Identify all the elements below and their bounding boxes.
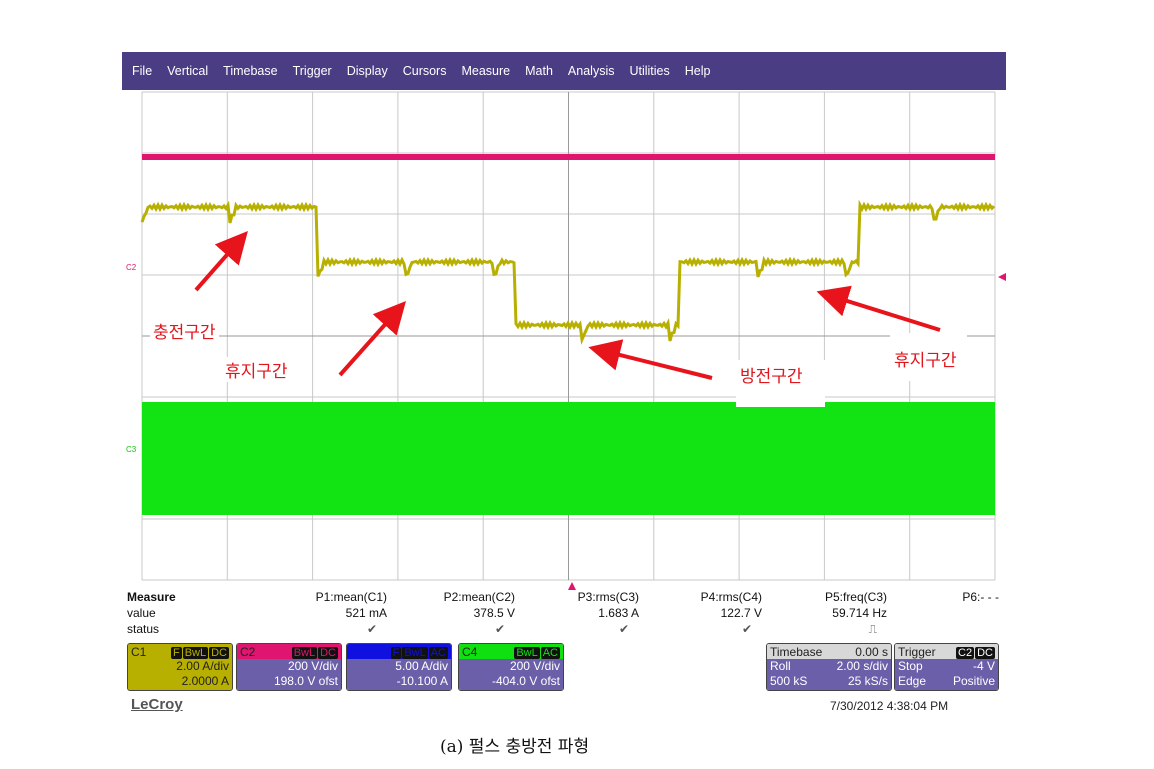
channel-tag: BwL bbox=[182, 646, 209, 659]
channel-tag: AC bbox=[540, 646, 560, 659]
annotation-rest-2: 휴지구간 bbox=[890, 333, 967, 381]
timebase-delay: 0.00 s bbox=[855, 644, 888, 659]
menu-vertical[interactable]: Vertical bbox=[167, 64, 208, 78]
trigger-level-marker bbox=[998, 273, 1006, 281]
menu-measure[interactable]: Measure bbox=[461, 64, 510, 78]
trigger-level: -4 V bbox=[972, 659, 995, 673]
annotation-charge: 충전구간 bbox=[150, 318, 219, 343]
channel-tag: F bbox=[390, 646, 402, 659]
channel-box-c3[interactable]: C3 F BwL AC 5.00 A/div -10.100 A bbox=[346, 643, 452, 691]
channel-box-c4[interactable]: C4 BwL AC 200 V/div -404.0 V ofst bbox=[458, 643, 564, 691]
param-value: 521 mA bbox=[345, 606, 387, 620]
timebase-samples: 500 kS bbox=[770, 674, 808, 688]
menu-trigger[interactable]: Trigger bbox=[293, 64, 332, 78]
param-value: 378.5 V bbox=[473, 606, 515, 620]
annotation-rest: 휴지구간 bbox=[222, 357, 291, 382]
channel-scale: 5.00 A/div bbox=[395, 659, 448, 673]
param-status: ✔ bbox=[494, 622, 505, 636]
value-label: value bbox=[127, 606, 156, 620]
channel-tag: BwL bbox=[514, 646, 540, 659]
channel-tag: DC bbox=[209, 646, 229, 659]
menu-display[interactable]: Display bbox=[347, 64, 388, 78]
c4-trace bbox=[142, 402, 995, 515]
menu-bar: File Vertical Timebase Trigger Display C… bbox=[122, 52, 1006, 90]
param-name: P2:mean(C2) bbox=[443, 590, 515, 604]
trigger-source-tag: C2 bbox=[956, 646, 975, 659]
param-name: P4:rms(C4) bbox=[700, 590, 762, 604]
channel-offset: -404.0 V ofst bbox=[491, 674, 560, 688]
channel-scale: 2.00 A/div bbox=[176, 659, 229, 673]
trigger-coupling-tag: DC bbox=[975, 646, 995, 659]
trigger-position-marker bbox=[568, 582, 576, 590]
timebase-srate: 25 kS/s bbox=[847, 674, 888, 688]
param-value: 122.7 V bbox=[720, 606, 762, 620]
status-label: status bbox=[127, 622, 160, 636]
param-value: 1.683 A bbox=[598, 606, 639, 620]
menu-utilities[interactable]: Utilities bbox=[629, 64, 669, 78]
channel-tag: BwL bbox=[291, 646, 318, 659]
trigger-box[interactable]: Trigger C2 DC Stop -4 V Edge Positive bbox=[894, 643, 999, 691]
measure-title: Measure bbox=[127, 590, 176, 604]
param-name: P1:mean(C1) bbox=[315, 590, 387, 604]
channel-label: C2 bbox=[240, 644, 256, 659]
channel-offset: 2.0000 A bbox=[181, 674, 229, 688]
channel-tag: BwL bbox=[402, 646, 428, 659]
trigger-state: Stop bbox=[898, 659, 923, 673]
param-status: ⎍ bbox=[868, 622, 877, 636]
c2-trace bbox=[142, 154, 995, 160]
menu-math[interactable]: Math bbox=[525, 64, 553, 78]
channel-label: C1 bbox=[131, 644, 147, 659]
menu-timebase[interactable]: Timebase bbox=[223, 64, 277, 78]
channel-tag: DC bbox=[318, 646, 338, 659]
trigger-title: Trigger bbox=[898, 644, 936, 659]
channel-box-c1[interactable]: C1 F BwL DC 2.00 A/div 2.0000 A bbox=[127, 643, 233, 691]
param-name: P3:rms(C3) bbox=[577, 590, 639, 604]
param-name: P5:freq(C3) bbox=[824, 590, 887, 604]
menu-file[interactable]: File bbox=[132, 64, 152, 78]
timebase-mode: Roll bbox=[770, 659, 791, 673]
channel-tag: F bbox=[170, 646, 182, 659]
channel-offset: -10.100 A bbox=[396, 674, 448, 688]
param-status: ✔ bbox=[618, 622, 629, 636]
channel-box-c2[interactable]: C2 BwL DC 200 V/div 198.0 V ofst bbox=[236, 643, 342, 691]
trigger-slope: Positive bbox=[952, 674, 995, 688]
channel-label: C4 bbox=[462, 644, 478, 659]
param-name: P6:- - - bbox=[962, 590, 999, 604]
channel-label: C3 bbox=[350, 644, 366, 659]
lecroy-logo: LeCroy bbox=[131, 696, 183, 713]
param-value: 59.714 Hz bbox=[832, 606, 887, 620]
annotation-discharge: 방전구간 bbox=[736, 360, 825, 407]
channel-scale: 200 V/div bbox=[509, 659, 560, 673]
c3-marker: C3 bbox=[126, 445, 137, 454]
channel-tag: AC bbox=[428, 646, 448, 659]
param-status: ✔ bbox=[741, 622, 752, 636]
waveform-display[interactable]: C2 C3 bbox=[122, 90, 1006, 590]
menu-analysis[interactable]: Analysis bbox=[568, 64, 615, 78]
menu-help[interactable]: Help bbox=[685, 64, 711, 78]
channel-offset: 198.0 V ofst bbox=[273, 674, 338, 688]
figure-caption: (a) 펄스 충방전 파형 bbox=[440, 737, 590, 757]
timebase-title: Timebase bbox=[770, 644, 823, 659]
timebase-box[interactable]: Timebase 0.00 s Roll 2.00 s/div 500 kS 25 k… bbox=[766, 643, 892, 691]
c2-marker: C2 bbox=[126, 263, 137, 272]
param-status: ✔ bbox=[366, 622, 377, 636]
trigger-type: Edge bbox=[898, 674, 927, 688]
channel-scale: 200 V/div bbox=[287, 659, 338, 673]
menu-cursors[interactable]: Cursors bbox=[403, 64, 447, 78]
datetime: 7/30/2012 4:38:04 PM bbox=[830, 699, 949, 713]
timebase-rate: 2.00 s/div bbox=[836, 659, 888, 673]
